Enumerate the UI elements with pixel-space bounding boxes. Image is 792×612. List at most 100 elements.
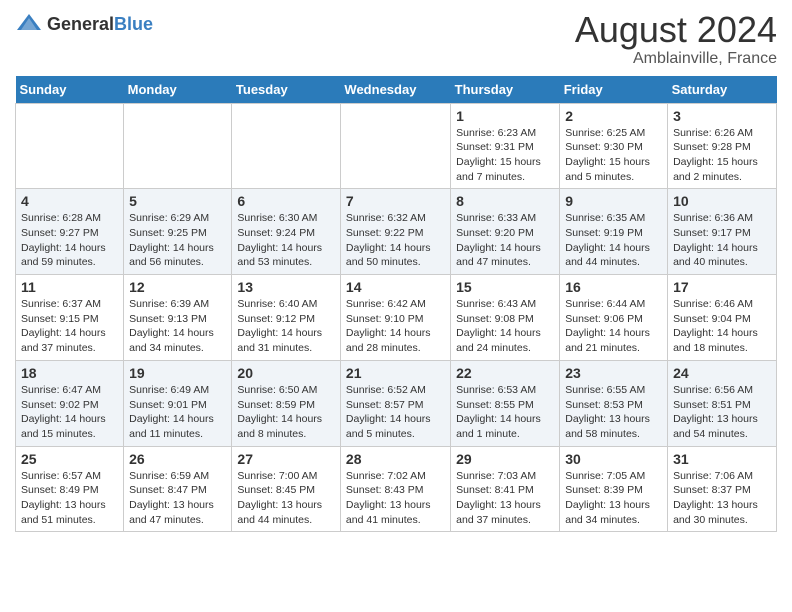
day-detail: Sunrise: 6:53 AM Sunset: 8:55 PM Dayligh… [456, 383, 554, 442]
day-detail: Sunrise: 6:28 AM Sunset: 9:27 PM Dayligh… [21, 211, 118, 270]
day-number: 12 [129, 279, 226, 295]
calendar-cell: 15 Sunrise: 6:43 AM Sunset: 9:08 PM Dayli… [451, 275, 560, 361]
day-detail: Sunrise: 6:55 AM Sunset: 8:53 PM Dayligh… [565, 383, 662, 442]
calendar-cell: 29 Sunrise: 7:03 AM Sunset: 8:41 PM Dayli… [451, 446, 560, 532]
day-number: 19 [129, 365, 226, 381]
location-subtitle: Amblainville, France [575, 50, 777, 68]
calendar-cell: 19 Sunrise: 6:49 AM Sunset: 9:01 PM Dayli… [124, 360, 232, 446]
day-detail: Sunrise: 6:50 AM Sunset: 8:59 PM Dayligh… [237, 383, 335, 442]
day-detail: Sunrise: 6:57 AM Sunset: 8:49 PM Dayligh… [21, 469, 118, 528]
day-number: 2 [565, 108, 662, 124]
month-year-title: August 2024 [575, 10, 777, 50]
day-number: 1 [456, 108, 554, 124]
day-number: 4 [21, 193, 118, 209]
calendar-week-row: 18 Sunrise: 6:47 AM Sunset: 9:02 PM Dayli… [16, 360, 777, 446]
calendar-cell: 17Sunrise: 6:46 AM Sunset: 9:04 PM Dayli… [668, 275, 777, 361]
calendar-week-row: 25 Sunrise: 6:57 AM Sunset: 8:49 PM Dayli… [16, 446, 777, 532]
day-number: 17 [673, 279, 771, 295]
calendar-cell: 10 Sunrise: 6:36 AM Sunset: 9:17 PM Dayli… [668, 189, 777, 275]
day-detail: Sunrise: 7:05 AM Sunset: 8:39 PM Dayligh… [565, 469, 662, 528]
title-block: August 2024 Amblainville, France [575, 10, 777, 68]
day-number: 27 [237, 451, 335, 467]
day-number: 28 [346, 451, 445, 467]
day-detail: Sunrise: 6:43 AM Sunset: 9:08 PM Dayligh… [456, 297, 554, 356]
calendar-cell: 9 Sunrise: 6:35 AM Sunset: 9:19 PM Daylig… [560, 189, 668, 275]
day-detail: Sunrise: 6:42 AM Sunset: 9:10 PM Dayligh… [346, 297, 445, 356]
day-detail: Sunrise: 6:59 AM Sunset: 8:47 PM Dayligh… [129, 469, 226, 528]
calendar-cell: 20 Sunrise: 6:50 AM Sunset: 8:59 PM Dayli… [232, 360, 341, 446]
calendar-cell [16, 103, 124, 189]
logo-icon [15, 10, 43, 38]
day-detail: Sunrise: 7:02 AM Sunset: 8:43 PM Dayligh… [346, 469, 445, 528]
day-number: 5 [129, 193, 226, 209]
day-number: 3 [673, 108, 771, 124]
day-of-week-header: Tuesday [232, 76, 341, 104]
day-of-week-header: Friday [560, 76, 668, 104]
calendar-cell: 25 Sunrise: 6:57 AM Sunset: 8:49 PM Dayli… [16, 446, 124, 532]
logo-text-blue: Blue [114, 14, 153, 34]
calendar-table: SundayMondayTuesdayWednesdayThursdayFrid… [15, 76, 777, 533]
day-detail: Sunrise: 6:32 AM Sunset: 9:22 PM Dayligh… [346, 211, 445, 270]
day-number: 8 [456, 193, 554, 209]
calendar-cell [340, 103, 450, 189]
day-detail: Sunrise: 6:49 AM Sunset: 9:01 PM Dayligh… [129, 383, 226, 442]
day-detail: Sunrise: 6:36 AM Sunset: 9:17 PM Dayligh… [673, 211, 771, 270]
calendar-cell: 31Sunrise: 7:06 AM Sunset: 8:37 PM Dayli… [668, 446, 777, 532]
calendar-cell: 18 Sunrise: 6:47 AM Sunset: 9:02 PM Dayli… [16, 360, 124, 446]
day-number: 15 [456, 279, 554, 295]
calendar-header-row: SundayMondayTuesdayWednesdayThursdayFrid… [16, 76, 777, 104]
day-detail: Sunrise: 6:40 AM Sunset: 9:12 PM Dayligh… [237, 297, 335, 356]
day-number: 6 [237, 193, 335, 209]
day-number: 26 [129, 451, 226, 467]
day-number: 7 [346, 193, 445, 209]
day-number: 25 [21, 451, 118, 467]
calendar-cell: 27 Sunrise: 7:00 AM Sunset: 8:45 PM Dayli… [232, 446, 341, 532]
calendar-cell: 14 Sunrise: 6:42 AM Sunset: 9:10 PM Dayli… [340, 275, 450, 361]
day-detail: Sunrise: 7:06 AM Sunset: 8:37 PM Dayligh… [673, 469, 771, 528]
calendar-cell: 11 Sunrise: 6:37 AM Sunset: 9:15 PM Dayli… [16, 275, 124, 361]
day-detail: Sunrise: 6:56 AM Sunset: 8:51 PM Dayligh… [673, 383, 771, 442]
calendar-cell: 5Sunrise: 6:29 AM Sunset: 9:25 PM Daylig… [124, 189, 232, 275]
day-detail: Sunrise: 6:44 AM Sunset: 9:06 PM Dayligh… [565, 297, 662, 356]
day-number: 9 [565, 193, 662, 209]
day-number: 20 [237, 365, 335, 381]
day-detail: Sunrise: 6:30 AM Sunset: 9:24 PM Dayligh… [237, 211, 335, 270]
day-number: 22 [456, 365, 554, 381]
day-number: 18 [21, 365, 118, 381]
day-of-week-header: Monday [124, 76, 232, 104]
day-number: 21 [346, 365, 445, 381]
calendar-cell: 13Sunrise: 6:40 AM Sunset: 9:12 PM Dayli… [232, 275, 341, 361]
day-detail: Sunrise: 6:52 AM Sunset: 8:57 PM Dayligh… [346, 383, 445, 442]
day-detail: Sunrise: 6:25 AM Sunset: 9:30 PM Dayligh… [565, 126, 662, 185]
day-detail: Sunrise: 7:00 AM Sunset: 8:45 PM Dayligh… [237, 469, 335, 528]
calendar-cell: 12 Sunrise: 6:39 AM Sunset: 9:13 PM Dayli… [124, 275, 232, 361]
day-of-week-header: Wednesday [340, 76, 450, 104]
calendar-week-row: 4 Sunrise: 6:28 AM Sunset: 9:27 PM Daylig… [16, 189, 777, 275]
calendar-cell: 28 Sunrise: 7:02 AM Sunset: 8:43 PM Dayli… [340, 446, 450, 532]
calendar-cell: 16 Sunrise: 6:44 AM Sunset: 9:06 PM Dayli… [560, 275, 668, 361]
day-number: 14 [346, 279, 445, 295]
calendar-week-row: 11 Sunrise: 6:37 AM Sunset: 9:15 PM Dayli… [16, 275, 777, 361]
calendar-cell [124, 103, 232, 189]
calendar-cell: 24Sunrise: 6:56 AM Sunset: 8:51 PM Dayli… [668, 360, 777, 446]
day-detail: Sunrise: 6:39 AM Sunset: 9:13 PM Dayligh… [129, 297, 226, 356]
day-number: 16 [565, 279, 662, 295]
day-detail: Sunrise: 6:47 AM Sunset: 9:02 PM Dayligh… [21, 383, 118, 442]
page-header: GeneralBlue August 2024 Amblainville, Fr… [15, 10, 777, 68]
day-number: 30 [565, 451, 662, 467]
logo-text-general: General [47, 14, 114, 34]
day-number: 11 [21, 279, 118, 295]
day-detail: Sunrise: 6:26 AM Sunset: 9:28 PM Dayligh… [673, 126, 771, 185]
day-detail: Sunrise: 6:33 AM Sunset: 9:20 PM Dayligh… [456, 211, 554, 270]
calendar-cell: 3 Sunrise: 6:26 AM Sunset: 9:28 PM Daylig… [668, 103, 777, 189]
calendar-cell: 4 Sunrise: 6:28 AM Sunset: 9:27 PM Daylig… [16, 189, 124, 275]
calendar-cell: 1Sunrise: 6:23 AM Sunset: 9:31 PM Daylig… [451, 103, 560, 189]
day-of-week-header: Thursday [451, 76, 560, 104]
day-number: 10 [673, 193, 771, 209]
calendar-cell: 8 Sunrise: 6:33 AM Sunset: 9:20 PM Daylig… [451, 189, 560, 275]
day-number: 29 [456, 451, 554, 467]
calendar-cell: 30 Sunrise: 7:05 AM Sunset: 8:39 PM Dayli… [560, 446, 668, 532]
day-detail: Sunrise: 6:37 AM Sunset: 9:15 PM Dayligh… [21, 297, 118, 356]
day-detail: Sunrise: 7:03 AM Sunset: 8:41 PM Dayligh… [456, 469, 554, 528]
day-detail: Sunrise: 6:35 AM Sunset: 9:19 PM Dayligh… [565, 211, 662, 270]
